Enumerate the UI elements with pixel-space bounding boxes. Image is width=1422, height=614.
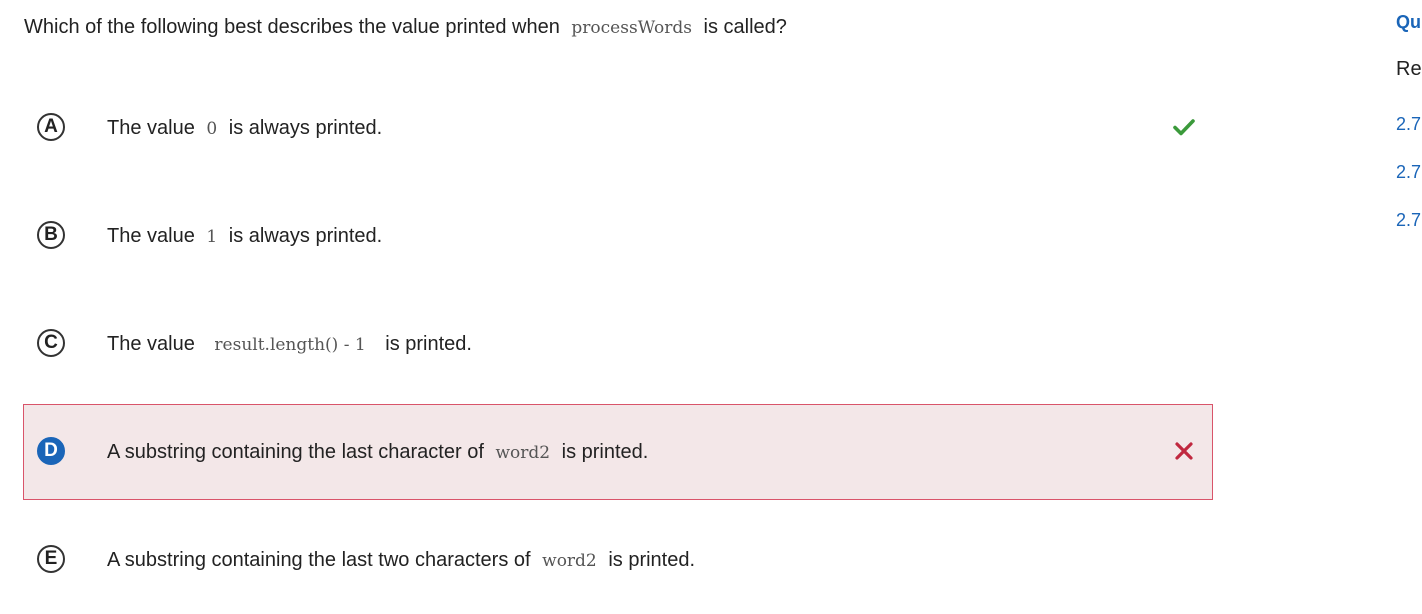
choice-letter-c: C [37, 329, 65, 357]
question-code: processWords [571, 18, 692, 38]
choice-a-code: 0 [206, 119, 218, 139]
choice-letter-a: A [37, 113, 65, 141]
choice-letter-d: D [37, 437, 65, 465]
question-suffix: is called? [703, 16, 787, 38]
choice-text-e: A substring containing the last two char… [107, 547, 695, 574]
choice-e[interactable]: E A substring containing the last two ch… [23, 512, 1213, 608]
sidebar-link[interactable]: 2.7 [1396, 162, 1421, 183]
choice-b-after: is always printed. [228, 225, 383, 247]
cross-icon [1175, 442, 1193, 460]
check-icon [1173, 119, 1195, 136]
choice-a-before: The value [107, 117, 195, 139]
choice-d-code: word2 [495, 443, 551, 463]
choice-letter-b: B [37, 221, 65, 249]
question-prompt: Which of the following best describes th… [24, 14, 787, 41]
choice-d-after: is printed. [561, 441, 649, 463]
choice-text-b: The value 1 is always printed. [107, 223, 382, 250]
choice-c-code: result.length() - 1 [214, 335, 366, 355]
sidebar-link[interactable]: 2.7 [1396, 210, 1421, 231]
choice-c[interactable]: C The value result.length() - 1 is print… [23, 296, 1213, 392]
choice-a-after: is always printed. [228, 117, 383, 139]
choice-text-a: The value 0 is always printed. [107, 115, 382, 142]
choice-b[interactable]: B The value 1 is always printed. [23, 188, 1213, 284]
choice-b-code: 1 [206, 227, 218, 247]
choice-d-before: A substring containing the last characte… [107, 441, 484, 463]
sidebar-heading: Qu [1396, 12, 1421, 32]
choice-e-after: is printed. [608, 549, 696, 571]
choice-c-after: is printed. [385, 333, 472, 355]
sidebar-link[interactable]: 2.7 [1396, 114, 1421, 135]
choice-text-c: The value result.length() - 1 is printed… [107, 331, 472, 358]
question-page: Which of the following best describes th… [0, 0, 1422, 614]
sidebar-subheading: Re [1396, 58, 1422, 80]
choice-b-before: The value [107, 225, 195, 247]
choice-a[interactable]: A The value 0 is always printed. [23, 80, 1213, 176]
choice-c-before: The value [107, 333, 195, 355]
choice-e-before: A substring containing the last two char… [107, 549, 531, 571]
choice-letter-e: E [37, 545, 65, 573]
answer-choices: A The value 0 is always printed. B The v… [23, 80, 1213, 614]
choice-d[interactable]: D A substring containing the last charac… [23, 404, 1213, 500]
question-prefix: Which of the following best describes th… [24, 16, 560, 38]
right-sidebar: Qu Re 2.7 2.7 2.7 [1396, 0, 1422, 614]
choice-e-code: word2 [542, 551, 597, 571]
choice-text-d: A substring containing the last characte… [107, 439, 648, 466]
